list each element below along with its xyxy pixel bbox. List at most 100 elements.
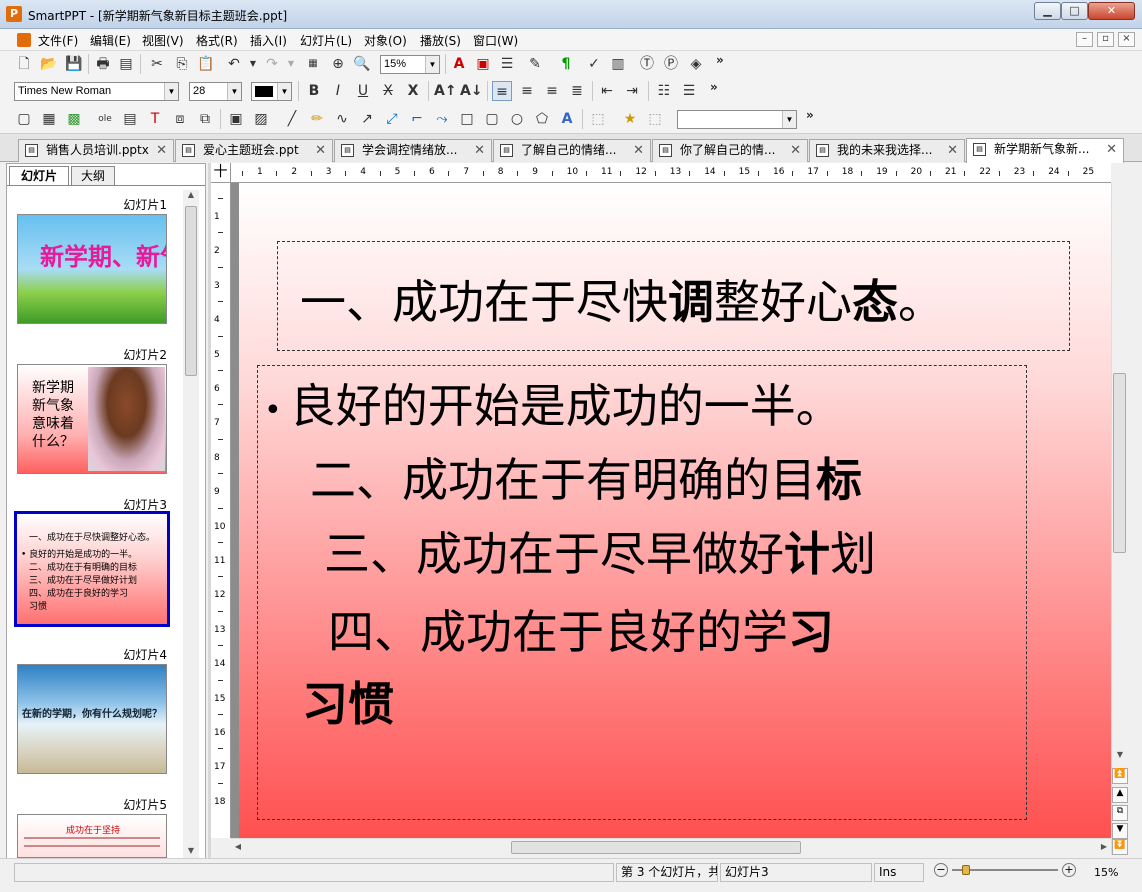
doc-tab-active[interactable]: ▤ 新学期新气象新... ✕ <box>966 138 1124 163</box>
rectangle-icon[interactable]: □ <box>457 109 477 129</box>
redo-icon[interactable]: ↷ <box>262 54 282 74</box>
font-color-a-icon[interactable]: A <box>449 54 469 74</box>
slide-panel-scrollbar[interactable]: ▲ ▼ <box>183 190 199 860</box>
body-line[interactable]: 二、成功在于有明确的目标 <box>310 444 862 510</box>
font-size-select[interactable]: 28 ▼ <box>189 82 242 101</box>
mdi-minimize-button[interactable]: – <box>1076 32 1093 47</box>
paragraph-mark-icon[interactable]: ¶ <box>556 54 576 74</box>
more-chevron-icon[interactable]: » <box>716 53 724 67</box>
doc-tab[interactable]: ▤ 你了解自己的情... ✕ <box>652 139 808 162</box>
align-right-icon[interactable]: ≡ <box>542 81 562 101</box>
numbered-list-icon[interactable]: ☰ <box>679 81 699 101</box>
undo-icon[interactable]: ↶ <box>224 54 244 74</box>
more-chevron-icon[interactable]: » <box>806 108 814 122</box>
mdi-restore-button[interactable]: ▫ <box>1097 32 1114 47</box>
minimize-button[interactable]: ▁ <box>1034 2 1061 20</box>
clear-format-icon[interactable]: X <box>403 81 423 101</box>
slide[interactable]: 一、成功在于尽快调整好心态。 • 良好的开始是成功的一半。 二、成功在于有明确的目… <box>239 183 1111 838</box>
table-icon[interactable]: ▦ <box>303 54 323 74</box>
align-justify-icon[interactable]: ≣ <box>567 81 587 101</box>
list-icon[interactable]: ☰ <box>497 54 517 74</box>
pencil-icon[interactable]: ✏ <box>307 109 327 129</box>
title-t-icon[interactable]: T <box>145 109 165 129</box>
menu-window[interactable]: 窗口(W) <box>473 32 518 49</box>
t-box-icon[interactable]: Ⓣ <box>637 54 657 74</box>
image-icon[interactable]: ▩ <box>64 109 84 129</box>
slide-title[interactable]: 一、成功在于尽快调整好心态。 <box>300 266 944 332</box>
scroll-up-icon[interactable]: ▲ <box>183 190 199 204</box>
undo-dropdown-icon[interactable]: ▼ <box>243 54 263 74</box>
main-vertical-scrollbar[interactable]: ▼ ⏫ ▲ ⧉ ▼ ⏬ <box>1111 183 1128 855</box>
body-line[interactable]: 习惯 <box>302 668 394 734</box>
scroll-right-icon[interactable]: ▶ <box>1097 839 1111 855</box>
scroll-left-icon[interactable]: ◀ <box>231 839 245 855</box>
group-icon[interactable]: ⬚ <box>588 109 608 129</box>
frame-icon[interactable]: ⧈ <box>170 109 190 129</box>
tab-outline[interactable]: 大纲 <box>71 166 115 186</box>
chart-icon[interactable]: ▥ <box>608 54 628 74</box>
maximize-button[interactable]: □ <box>1061 2 1088 20</box>
ole-icon[interactable]: ole <box>95 109 115 129</box>
body-line[interactable]: 四、成功在于良好的学习 <box>328 596 834 662</box>
arrow-icon[interactable]: ↗ <box>357 109 377 129</box>
italic-icon[interactable]: I <box>328 81 348 101</box>
menu-insert[interactable]: 插入(I) <box>250 32 287 49</box>
frame2-icon[interactable]: ⧉ <box>195 109 215 129</box>
connector-icon[interactable]: ⤢ <box>382 109 402 129</box>
prev-slide-icon[interactable]: ▲ <box>1112 787 1128 803</box>
tab-slides[interactable]: 幻灯片 <box>9 166 69 186</box>
body-line[interactable]: 三、成功在于尽早做好计划 <box>324 518 876 584</box>
star-icon[interactable]: ★ <box>620 109 640 129</box>
line-icon[interactable]: ╱ <box>282 109 302 129</box>
grow-font-icon[interactable]: A↑ <box>434 81 457 101</box>
slide-thumbnail-2[interactable]: 新学期 新气象 意味着 什么？ <box>17 364 167 474</box>
body-placeholder[interactable]: • 良好的开始是成功的一半。 二、成功在于有明确的目标 三、成功在于尽早做好计划 … <box>257 365 1027 820</box>
paste-icon[interactable]: 📋 <box>196 54 216 74</box>
rounded-rect-icon[interactable]: ▢ <box>482 109 502 129</box>
menu-view[interactable]: 视图(V) <box>142 32 184 49</box>
format-painter-icon[interactable]: ✎ <box>525 54 545 74</box>
tab-close-icon[interactable]: ✕ <box>947 140 958 161</box>
color-select[interactable]: ▼ <box>251 82 292 101</box>
slide-edit-icon[interactable]: ▨ <box>251 109 271 129</box>
save-icon[interactable]: 💾 <box>64 54 84 74</box>
doc-tab[interactable]: ▤ 爱心主题班会.ppt ✕ <box>175 139 333 162</box>
print-icon[interactable]: 🖶 <box>93 54 113 74</box>
menu-object[interactable]: 对象(O) <box>364 32 407 49</box>
align-center-icon[interactable]: ≡ <box>517 81 537 101</box>
next-slide-icon[interactable]: ▼ <box>1112 823 1128 839</box>
tab-close-icon[interactable]: ✕ <box>1106 139 1117 160</box>
redo-dropdown-icon[interactable]: ▼ <box>281 54 301 74</box>
increase-indent-icon[interactable]: ⇥ <box>622 81 642 101</box>
tab-close-icon[interactable]: ✕ <box>156 140 167 161</box>
scroll-down-icon[interactable]: ▼ <box>1112 750 1128 764</box>
font-name-select[interactable]: Times New Roman ▼ <box>14 82 179 101</box>
zoom-slider-thumb[interactable] <box>962 865 970 875</box>
zoom-in-icon[interactable]: + <box>1062 863 1076 877</box>
elbow-connector-icon[interactable]: ⌐ <box>407 109 427 129</box>
spell-check-icon[interactable]: ✓ <box>584 54 604 74</box>
doc-tab[interactable]: ▤ 销售人员培训.pptx ✕ <box>18 139 174 162</box>
zoom-icon[interactable]: 🔍 <box>352 54 372 74</box>
menu-file[interactable]: 文件(F) <box>38 32 78 49</box>
curved-connector-icon[interactable]: ⤳ <box>432 109 452 129</box>
new-file-icon[interactable]: 🗋 <box>14 54 34 74</box>
shrink-font-icon[interactable]: A↓ <box>460 81 483 101</box>
tab-close-icon[interactable]: ✕ <box>315 140 326 161</box>
select-icon[interactable]: ⬚ <box>645 109 665 129</box>
slide-canvas[interactable]: 一、成功在于尽快调整好心态。 • 良好的开始是成功的一半。 二、成功在于有明确的目… <box>231 183 1111 838</box>
first-slide-icon[interactable]: ⏫ <box>1112 768 1128 784</box>
doc-tab[interactable]: ▤ 了解自己的情绪... ✕ <box>493 139 651 162</box>
menu-play[interactable]: 播放(S) <box>420 32 461 49</box>
bold-icon[interactable]: B <box>304 81 324 101</box>
slide-thumbnail-5[interactable]: 成功在于坚持 <box>17 814 167 858</box>
slide-thumbnail-4[interactable]: 在新的学期，你有什么规划呢？ <box>17 664 167 774</box>
textbox-icon[interactable]: ▢ <box>14 109 34 129</box>
slide-thumbnail-3-selected[interactable]: 一、成功在于尽快调整好心态。 • 良好的开始是成功的一半。 二、成功在于有明确的… <box>14 511 170 627</box>
main-horizontal-scrollbar[interactable]: ◀ ▶ <box>231 838 1111 855</box>
tab-close-icon[interactable]: ✕ <box>790 140 801 161</box>
zoom-out-icon[interactable]: − <box>934 863 948 877</box>
doc-tab[interactable]: ▤ 学会调控情绪放... ✕ <box>334 139 492 162</box>
open-folder-icon[interactable]: 📂 <box>39 54 59 74</box>
bullet-list-icon[interactable]: ☷ <box>654 81 674 101</box>
